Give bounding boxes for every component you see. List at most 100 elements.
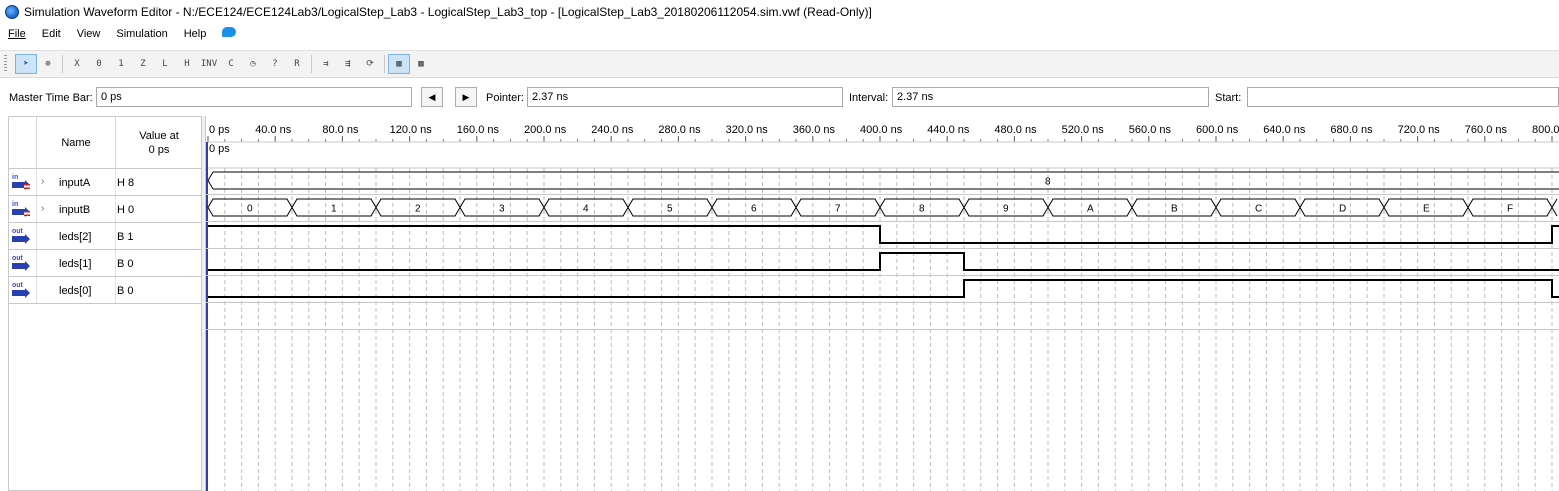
output-pin-icon: out xyxy=(12,282,30,299)
weak-low-icon: L xyxy=(162,59,168,69)
input-pin-icon: in xyxy=(12,201,30,218)
input-pin-icon: in xyxy=(12,174,30,191)
menu-simulation[interactable]: Simulation xyxy=(108,24,175,44)
run-functional-simulation-button[interactable]: ⇉ xyxy=(315,54,337,74)
inputA-bus-waveform[interactable] xyxy=(207,171,1559,190)
arbitrary-value-button[interactable]: ? xyxy=(264,54,286,74)
inputB-bus-value: 3 xyxy=(499,204,505,215)
inputB-bus-value: 4 xyxy=(583,204,589,215)
inputB-bus-value: 7 xyxy=(835,204,841,215)
clock-value-button[interactable]: ◷ xyxy=(242,54,264,74)
generate-netlist-button[interactable]: ⟳ xyxy=(359,54,381,74)
zoom-tool-icon: ⊕ xyxy=(45,59,51,69)
forcing-low-icon: 0 xyxy=(96,59,102,69)
time-label: 440.0 ns xyxy=(927,124,970,136)
pin-direction-tag: in xyxy=(12,201,19,208)
signal-value: B 0 xyxy=(117,285,134,297)
menu-edit[interactable]: Edit xyxy=(34,24,69,44)
inputB-bus-value: B xyxy=(1171,204,1178,215)
run-timing-simulation-button[interactable]: ⇶ xyxy=(337,54,359,74)
master-time-bar-input[interactable]: 0 ps xyxy=(96,87,412,107)
leds0-waveform[interactable] xyxy=(208,279,1559,298)
value-column-header[interactable]: Value at 0 ps xyxy=(116,117,202,169)
grid-settings-icon: ▩ xyxy=(418,59,424,69)
menu-view[interactable]: View xyxy=(69,24,109,44)
inputB-bus-value: E xyxy=(1423,204,1430,215)
time-label: 80.0 ns xyxy=(322,124,359,136)
invert-button[interactable]: INV xyxy=(198,54,220,74)
inputB-bus-waveform[interactable] xyxy=(207,198,1558,217)
previous-transition-button[interactable]: ◀ xyxy=(421,87,443,107)
feedback-chat-icon[interactable] xyxy=(222,27,237,37)
signal-row-leds0[interactable]: out leds[0] B 0 xyxy=(9,277,202,304)
toolbar-grip[interactable] xyxy=(4,55,7,73)
high-impedance-icon: Z xyxy=(140,59,146,69)
high-impedance-button[interactable]: Z xyxy=(132,54,154,74)
expand-chevron-icon[interactable]: › xyxy=(41,203,44,214)
pointer-label: Pointer: xyxy=(486,92,524,104)
weak-low-button[interactable]: L xyxy=(154,54,176,74)
time-label: 800.0 ns xyxy=(1532,124,1559,136)
inputB-bus-value: 5 xyxy=(667,204,673,215)
unknown-value-icon: X xyxy=(74,59,80,69)
leds1-waveform[interactable] xyxy=(208,252,1559,271)
invert-icon: INV xyxy=(200,59,218,69)
generate-netlist-icon: ⟳ xyxy=(366,59,374,69)
signal-row-leds2[interactable]: out leds[2] B 1 xyxy=(9,223,202,250)
signal-value: B 0 xyxy=(117,258,134,270)
inputA-bus-value: 8 xyxy=(1045,177,1051,188)
interval-input[interactable]: 2.37 ns xyxy=(892,87,1209,107)
inputB-bus-value: C xyxy=(1255,204,1262,215)
pointer-input[interactable]: 2.37 ns xyxy=(527,87,843,107)
inputB-bus-value: 9 xyxy=(1003,204,1009,215)
menu-file[interactable]: File xyxy=(0,24,34,44)
grid-settings-button[interactable]: ▩ xyxy=(410,54,432,74)
count-value-button[interactable]: C xyxy=(220,54,242,74)
run-functional-simulation-icon: ⇉ xyxy=(323,59,329,69)
time-label: 200.0 ns xyxy=(524,124,567,136)
signal-row-leds1[interactable]: out leds[1] B 0 xyxy=(9,250,202,277)
start-input[interactable] xyxy=(1247,87,1559,107)
waveform-editor-area: Name Value at 0 ps in › inputA H 8 in › inputB… xyxy=(0,116,1559,491)
inputB-bus-value: 6 xyxy=(751,204,757,215)
time-label: 480.0 ns xyxy=(994,124,1037,136)
inputB-bus-value: 8 xyxy=(919,204,925,215)
pin-direction-tag: out xyxy=(12,228,23,235)
unknown-value-button[interactable]: X xyxy=(66,54,88,74)
zoom-tool-button[interactable]: ⊕ xyxy=(37,54,59,74)
signal-value: H 8 xyxy=(117,177,135,189)
selection-tool-button[interactable]: ➤ xyxy=(15,54,37,74)
signal-row-inputB[interactable]: in › inputB H 0 xyxy=(9,196,202,223)
weak-high-button[interactable]: H xyxy=(176,54,198,74)
inputB-bus-value: A xyxy=(1087,204,1094,215)
waveform-canvas[interactable]: 0 ps 40.0 ns 80.0 ns 120.0 ns 160.0 ns 200.0 … xyxy=(206,116,1559,491)
toolbar-separator xyxy=(62,55,63,73)
inputB-bus-value: 2 xyxy=(415,204,421,215)
forcing-high-button[interactable]: 1 xyxy=(110,54,132,74)
clock-value-icon: ◷ xyxy=(250,59,256,69)
inputB-bus-value: 1 xyxy=(331,204,337,215)
time-label: 160.0 ns xyxy=(457,124,500,136)
signal-name: inputB xyxy=(59,204,91,216)
forcing-low-button[interactable]: 0 xyxy=(88,54,110,74)
signal-list-pane: Name Value at 0 ps in › inputA H 8 in › inputB… xyxy=(8,116,202,491)
waveform-pane[interactable]: 0 ps 40.0 ns 80.0 ns 120.0 ns 160.0 ns 200.0 … xyxy=(206,116,1559,491)
time-label: 400.0 ns xyxy=(860,124,903,136)
time-bar: Master Time Bar: 0 ps ◀ ▶ Pointer: 2.37 … xyxy=(0,84,1559,110)
inputB-bus-value: 0 xyxy=(247,204,253,215)
snap-to-grid-button[interactable]: ▦ xyxy=(388,54,410,74)
leds2-waveform[interactable] xyxy=(208,225,1559,244)
title-bar: Simulation Waveform Editor - N:/ECE124/E… xyxy=(0,0,1559,24)
value-header-line2: 0 ps xyxy=(148,144,170,156)
time-label: 280.0 ns xyxy=(658,124,701,136)
expand-chevron-icon[interactable]: › xyxy=(41,176,44,187)
signal-row-inputA[interactable]: in › inputA H 8 xyxy=(9,169,202,196)
app-logo-icon xyxy=(5,5,19,19)
time-label: 40.0 ns xyxy=(255,124,292,136)
time-label: 120.0 ns xyxy=(390,124,433,136)
signal-name: leds[0] xyxy=(59,285,92,297)
random-value-button[interactable]: R xyxy=(286,54,308,74)
name-column-header[interactable]: Name xyxy=(36,117,116,169)
next-transition-button[interactable]: ▶ xyxy=(455,87,477,107)
menu-help[interactable]: Help xyxy=(176,24,215,44)
